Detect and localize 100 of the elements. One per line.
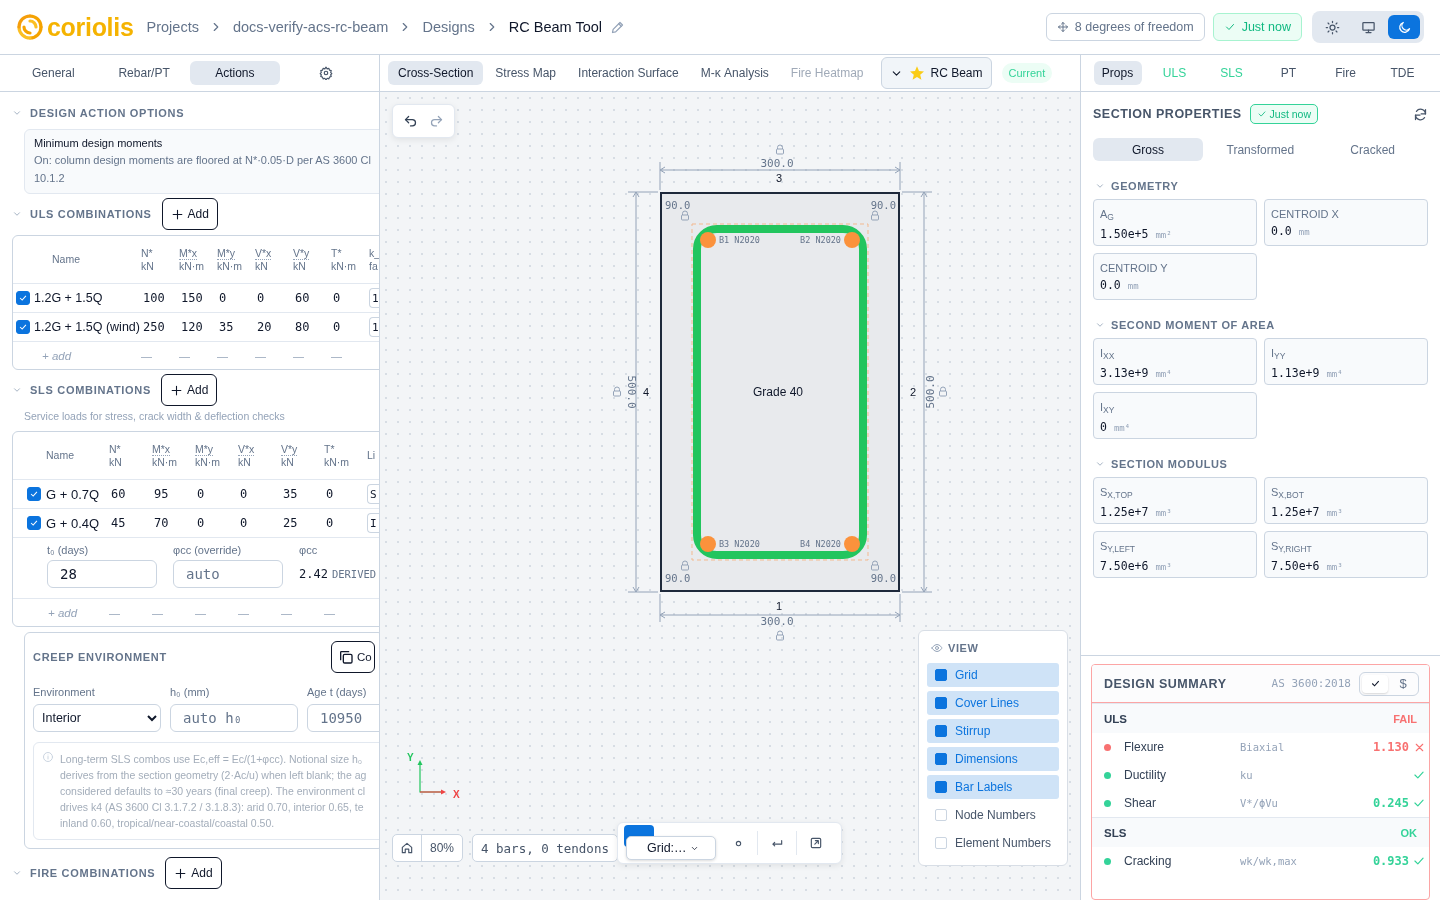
property-label: CENTROID X (1271, 207, 1340, 221)
property-value: 1.25e+7 mm³ (1100, 505, 1173, 519)
table-cell-text: 95 (153, 487, 170, 501)
group-title: SECTION MODULUS (1111, 458, 1228, 470)
property-value: 1.13e+9 mm⁴ (1271, 366, 1344, 380)
property-label: CENTROID Y (1100, 261, 1169, 275)
info-text: drives k4 (AS 3600 Cl 3.1.7.2 / 3.1.8.3): arid 0.70, interior 0.65, te (60, 800, 365, 815)
table-cell-text: 25 (282, 516, 299, 530)
empty-cell-text: — (217, 349, 229, 362)
group-status: FAIL (1393, 712, 1417, 725)
check-name: Shear (1124, 796, 1158, 810)
option-description: On: column design moments are floored at N*·0.05·D per AS 3600 Cl 10.1.2 (34, 153, 372, 186)
info-text: inland 0.60, tropical/near-coastal/coastal 0.50. (60, 816, 276, 831)
section-title: SECTION PROPERTIES (1093, 107, 1242, 121)
page-title: RC Beam Tool (508, 19, 603, 35)
edge-number: 2 (909, 386, 917, 398)
empty-cell-text: — (238, 606, 250, 619)
column-header: Li (367, 449, 377, 462)
check-ratio: 1.130 (1372, 740, 1409, 754)
combination-name: 1.2G + 1.5Q (34, 291, 104, 305)
table-cell-text: 70 (153, 516, 170, 530)
table-cell-text: 45 (110, 516, 127, 530)
check-metric: V*/ϕVu (1240, 797, 1279, 809)
empty-cell-text: — (152, 606, 164, 619)
section-title: DESIGN ACTION OPTIONS (30, 107, 185, 119)
bar-label: B1 N2020 (719, 235, 760, 245)
table-cell-text: 120 (180, 320, 204, 334)
property-value: 3.13e+9 mm⁴ (1100, 366, 1173, 380)
empty-cell-text: — (293, 349, 305, 362)
section-title: FIRE COMBINATIONS (30, 867, 156, 879)
column-header: N* kN (109, 442, 123, 469)
combination-name: G + 0.4Q (46, 515, 101, 531)
field-label: Environment (33, 686, 96, 698)
property-label: I$_{YY}$ (1271, 346, 1287, 363)
table-cell-text: 0 (332, 291, 342, 305)
cover-label: 90.0 (870, 199, 896, 211)
table-cell-text: 150 (180, 291, 204, 305)
property-label: I$_{XY}$ (1100, 400, 1116, 417)
empty-cell-text: — (195, 606, 207, 619)
table-cell-text: 0 (239, 487, 249, 501)
table-cell-text: 0 (239, 516, 249, 530)
table-cell-text: 0 (196, 487, 206, 501)
empty-cell-text: — (255, 349, 267, 362)
field-label: t₀ (days) (47, 544, 90, 556)
empty-cell-text: — (109, 606, 121, 619)
column-header: T* kN·m (331, 246, 358, 273)
table-cell-text: 100 (142, 291, 166, 305)
section-title: SLS COMBINATIONS (30, 384, 151, 396)
dimension-label: 500.0 (625, 375, 638, 409)
group-title: SECOND MOMENT OF AREA (1111, 319, 1275, 331)
axis-label: Y (407, 752, 414, 763)
check-group-title: ULS (1104, 712, 1127, 725)
column-header: M*x kN·m (152, 442, 179, 469)
empty-cell-text: — (324, 606, 336, 619)
group-title: GEOMETRY (1111, 180, 1179, 192)
bar-label: B3 N2020 (719, 539, 760, 549)
check-name: Cracking (1124, 854, 1173, 868)
column-header: M*y kN·m (195, 442, 222, 469)
derived-value: 2.42 (299, 567, 328, 581)
table-cell-text: 0 (256, 291, 266, 305)
model-status: 4 bars, 0 tendons (472, 834, 618, 862)
property-label: S$_{X,BOT}$ (1271, 485, 1305, 502)
column-header: V*x kN (255, 246, 273, 273)
column-header: T* kN·m (324, 442, 351, 469)
empty-cell-text: — (179, 349, 191, 362)
group-status: OK (1400, 826, 1417, 839)
property-value: 0 mm⁴ (1100, 420, 1132, 434)
table-cell-text: 0 (325, 487, 335, 501)
table-cell-text: 35 (282, 487, 299, 501)
column-header: M*x kN·m (179, 246, 206, 273)
check-group-title: SLS (1104, 826, 1127, 839)
column-header: V*x kN (238, 442, 256, 469)
check-ratio: 0.933 (1372, 854, 1409, 868)
info-text: Long-term SLS combos use Ec,eff = Ec/(1+φcc). Notional size h₀ (60, 752, 364, 767)
axis-label: X (453, 789, 460, 800)
field-label: Age t (days) (307, 686, 368, 698)
edge-number: 1 (775, 600, 783, 612)
edge-number: 4 (642, 386, 650, 398)
dimension-label: 300.0 (760, 615, 794, 628)
field-label: φcc (299, 544, 319, 556)
property-label: I$_{XX}$ (1100, 346, 1116, 363)
check-ratio: 0.245 (1372, 796, 1409, 810)
column-header: V*y kN (281, 442, 299, 469)
property-label: S$_{X,TOP}$ (1100, 485, 1134, 502)
table-cell-text: 250 (142, 320, 166, 334)
table-cell-text: 60 (294, 291, 311, 305)
material-label: Grade 40 (753, 385, 803, 399)
table-cell-text: 80 (294, 320, 311, 334)
check-name: Flexure (1124, 740, 1165, 754)
card-title: DESIGN SUMMARY (1104, 676, 1227, 691)
table-cell-text: 0 (218, 291, 228, 305)
table-cell-text: 20 (256, 320, 273, 334)
dimension-label: 500.0 (924, 375, 937, 409)
column-header: Name (46, 449, 75, 462)
field-label: φcc (override) (173, 544, 243, 556)
section-subtitle: Service loads for stress, crack width & deflection checks (24, 410, 286, 422)
combination-name: 1.2G + 1.5Q (wind) (34, 320, 141, 334)
check-metric: ku (1240, 769, 1254, 781)
empty-cell-text: — (141, 349, 153, 362)
property-label: S$_{Y,RIGHT}$ (1271, 539, 1313, 556)
